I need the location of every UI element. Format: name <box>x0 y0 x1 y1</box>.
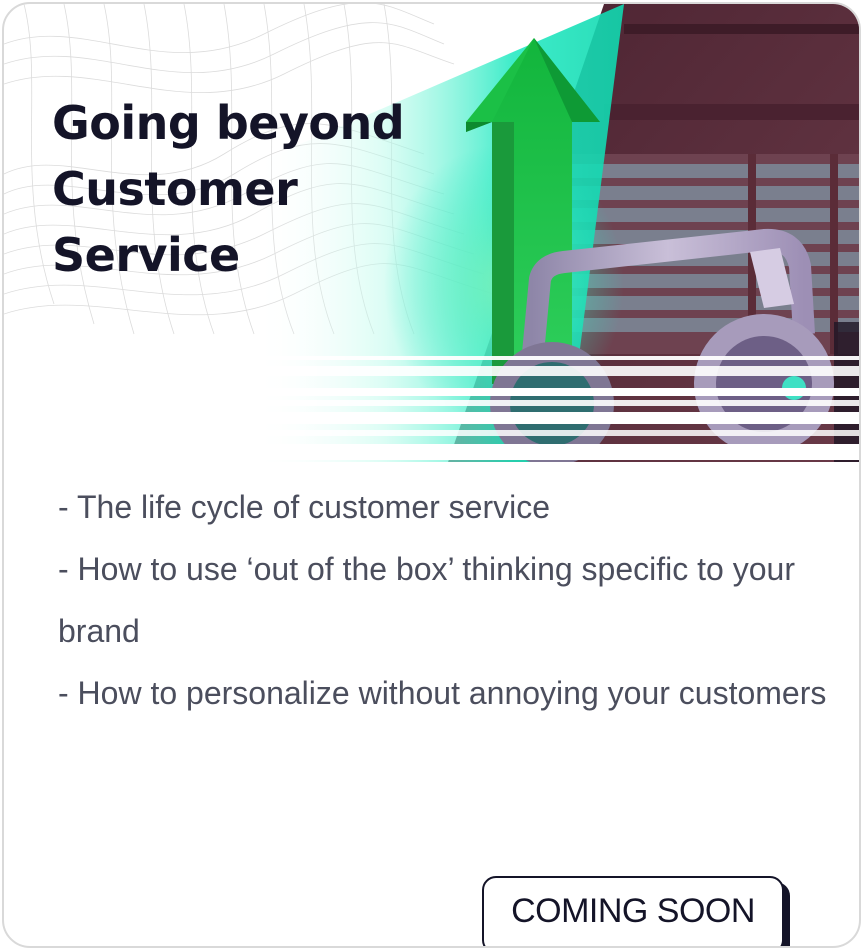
course-title: Going beyond Customer Service <box>52 96 405 282</box>
topic-item: - The life cycle of customer service <box>58 489 551 525</box>
hero-banner: Going beyond Customer Service <box>4 4 859 474</box>
speed-lines <box>4 356 859 474</box>
topic-item: - How to use ‘out of the box’ thinking s… <box>58 551 795 649</box>
course-topics-list: - The life cycle of customer service - H… <box>58 476 838 724</box>
topic-item: - How to personalize without annoying yo… <box>58 675 827 711</box>
coming-soon-button[interactable]: COMING SOON <box>482 876 784 946</box>
course-card: Going beyond Customer Service - The life… <box>2 2 861 948</box>
